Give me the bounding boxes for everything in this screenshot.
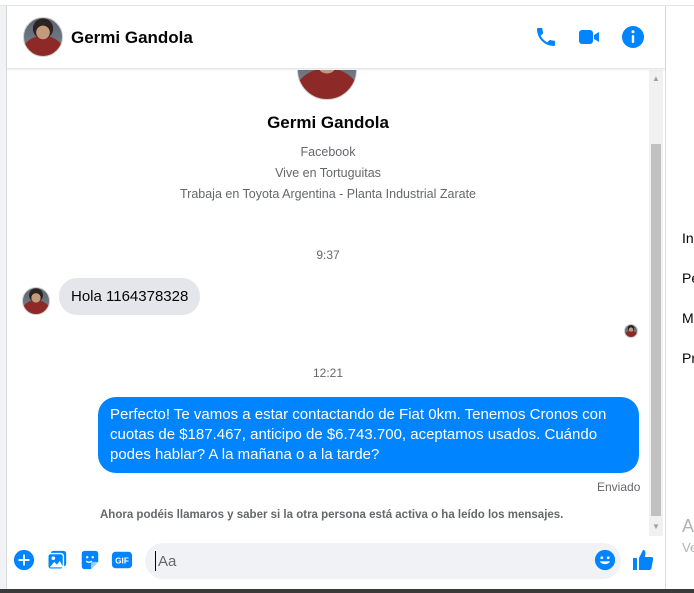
profile-source: Facebook [300, 145, 356, 159]
profile-name: Germi Gandola [267, 113, 389, 132]
side-panel-muted-title: A [682, 516, 694, 536]
contact-name[interactable]: Germi Gandola [71, 28, 193, 48]
contact-avatar[interactable] [23, 17, 63, 57]
side-panel-item[interactable]: In [682, 230, 694, 246]
emoji-icon[interactable] [594, 549, 616, 571]
chat-window: Germi Gandola Germi Gandola Facebook Viv… [6, 6, 666, 590]
sent-status: Enviado [597, 480, 641, 494]
timestamp: 12:21 [312, 366, 344, 380]
message-input[interactable] [155, 551, 575, 571]
side-panel-muted-text: Ve [682, 540, 694, 555]
scroll-up-arrow-icon[interactable]: ▲ [649, 72, 663, 86]
scroll-down-arrow-icon[interactable]: ▼ [649, 520, 663, 534]
phone-icon[interactable] [534, 25, 558, 49]
profile-location: Vive en Tortuguitas [275, 166, 381, 180]
taskbar-edge [0, 589, 694, 593]
plus-icon[interactable] [13, 549, 35, 571]
profile-avatar[interactable] [297, 70, 357, 100]
incoming-message[interactable]: Hola 1164378328 [59, 278, 201, 315]
message-list[interactable]: Germi Gandola Facebook Vive en Tortuguit… [7, 70, 649, 536]
info-icon[interactable] [621, 25, 645, 49]
activity-notice: Ahora podéis llamaros y saber si la otra… [100, 509, 564, 521]
side-panel-item[interactable]: Pe [682, 270, 694, 286]
side-panel-item[interactable]: M [682, 310, 694, 326]
timestamp: 9:37 [316, 248, 340, 262]
gif-label: GIF [115, 557, 129, 566]
sticker-icon[interactable] [79, 549, 101, 571]
message-composer: GIF [7, 536, 665, 590]
sender-avatar[interactable] [22, 287, 50, 315]
compose-box[interactable] [145, 543, 621, 579]
thumbs-up-icon[interactable] [631, 548, 655, 572]
scrollbar[interactable]: ▲ ▼ [649, 70, 663, 536]
outgoing-message[interactable]: Perfecto! Te vamos a estar contactando d… [98, 397, 639, 473]
video-camera-icon[interactable] [577, 25, 601, 49]
seen-indicator-avatar [624, 324, 638, 338]
gif-icon[interactable]: GIF [111, 549, 133, 571]
photo-icon[interactable] [46, 549, 68, 571]
side-panel-item[interactable]: Pr [682, 350, 694, 366]
scroll-thumb[interactable] [651, 144, 661, 516]
chat-header: Germi Gandola [7, 6, 665, 69]
profile-work: Trabaja en Toyota Argentina - Planta Ind… [179, 187, 476, 201]
